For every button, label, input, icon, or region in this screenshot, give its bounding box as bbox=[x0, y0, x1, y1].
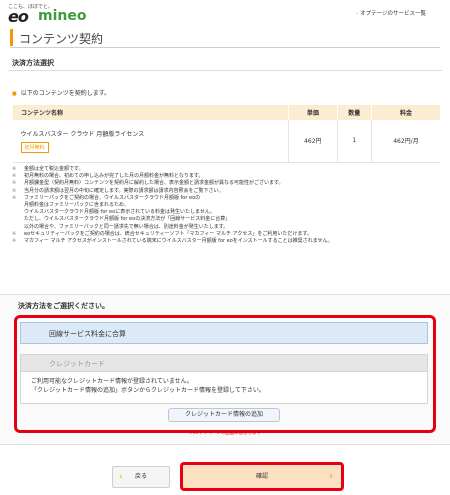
page-title: コンテンツ契約 bbox=[19, 32, 104, 46]
confirm-button[interactable]: 確認 › bbox=[183, 465, 341, 488]
contents-table: コンテンツ名称 単価 数量 料金 ウイルスバスター クラウド 月額版ライセンス … bbox=[12, 105, 440, 163]
site-header: ここも、ほぼでと。 eo mineo › オプテージのサービス一覧 bbox=[0, 0, 450, 28]
col-header-qty: 数量 bbox=[336, 105, 372, 120]
notes-list: ※ 金額は全て税込金額です。 ※ 初月無料の場合、初めての申し込みが完了した月の月額… bbox=[12, 166, 442, 245]
chevron-right-icon: › bbox=[355, 11, 359, 17]
price-cell: 462円 bbox=[288, 120, 338, 163]
table-row: ウイルスバスター クラウド 月額版ライセンス 初月無料 462円 1 462円/… bbox=[12, 120, 440, 163]
eo-mineo-logo[interactable]: ここも、ほぼでと。 eo mineo bbox=[8, 3, 98, 27]
note-mark-icon: ※ bbox=[12, 230, 17, 237]
back-button[interactable]: ‹ 戻る bbox=[112, 466, 170, 488]
note-item: ※ 月額課金型（契約月無料）コンテンツを契約月に解約した場合、表示金額と請求金額が… bbox=[12, 180, 442, 187]
chevron-right-icon: › bbox=[329, 471, 333, 482]
confirm-label: 確認 bbox=[255, 473, 268, 480]
page-title-bar: コンテンツ契約 bbox=[10, 28, 440, 48]
first-month-free-badge: 初月無料 bbox=[20, 141, 49, 153]
chevron-left-icon: ‹ bbox=[119, 472, 123, 482]
note-mark-icon: ※ bbox=[12, 238, 17, 245]
footer-divider bbox=[0, 444, 450, 445]
mineo-logo: mineo bbox=[38, 8, 87, 24]
square-bullet-icon: ■ bbox=[12, 91, 17, 97]
note-text: 月額課金型（契約月無料）コンテンツを契約月に解約した場合、表示金額と請求金額が異… bbox=[24, 180, 284, 187]
qty-cell: 1 bbox=[336, 120, 372, 163]
content-name: ウイルスバスター クラウド 月額版ライセンス bbox=[20, 130, 145, 138]
col-header-price: 単価 bbox=[288, 105, 338, 120]
section-title: 決済方法選択 bbox=[12, 59, 54, 67]
col-header-name: コンテンツ名称 bbox=[12, 105, 289, 120]
content-name-cell: ウイルスバスター クラウド 月額版ライセンス 初月無料 bbox=[12, 120, 289, 163]
note-item: ※ eoセキュリティーパックをご契約の場合は、統合セキュリティーソフト「マカフィー… bbox=[12, 231, 442, 238]
section-divider bbox=[8, 70, 442, 71]
fee-cell: 462円/月 bbox=[370, 120, 440, 163]
note-text: eoセキュリティーパックをご契約の場合は、統合セキュリティーソフト「マカフィー … bbox=[24, 230, 312, 237]
note-item: ※ マカフィー マルチ アクセスがインストールされている端末にウイルスバスター月額… bbox=[12, 238, 442, 245]
note-text: 初月無料の場合、初めての申し込みが完了した月の月額料金が無料となります。 bbox=[24, 173, 204, 180]
service-list-label: オプテージのサービス一覧 bbox=[360, 11, 426, 17]
note-mark-icon: ※ bbox=[12, 166, 17, 172]
payment-option-line-service[interactable]: 回線サービス料金に合算 bbox=[20, 322, 428, 344]
table-header-row: コンテンツ名称 単価 数量 料金 bbox=[12, 105, 440, 120]
title-accent-bar bbox=[10, 29, 13, 46]
intro-label: 以下のコンテンツを契約します。 bbox=[20, 90, 111, 97]
eo-logo: eo bbox=[8, 7, 29, 26]
intro-text: ■ 以下のコンテンツを契約します。 bbox=[12, 88, 110, 97]
confirm-button-highlight: 確認 › bbox=[180, 462, 344, 491]
note-mark-icon: ※ bbox=[12, 180, 17, 187]
credit-card-message: ご利用可能なクレジットカード情報が登録されていません。 「クレジットカード情報の… bbox=[20, 372, 428, 404]
add-credit-card-button[interactable]: クレジットカード情報の追加 bbox=[168, 408, 280, 422]
payment-heading: 決済方法をご選択ください。 bbox=[18, 302, 109, 310]
note-item: ※ ファミリーパックをご契約の場合、ウイルスバスタークラウド月額版 for eoの… bbox=[12, 195, 442, 231]
mypage-transition-note: ※eoマイページの画面に遷移します bbox=[188, 431, 262, 436]
note-text: 金額は全て税込金額です。 bbox=[24, 166, 84, 172]
note-text: 当月分の請求額は翌月の中旬に確定します。実際の請求額は請求内容照会をご覧下さい。 bbox=[24, 187, 224, 194]
note-mark-icon: ※ bbox=[12, 194, 17, 201]
credit-card-message-line2: 「クレジットカード情報の追加」ボタンからクレジットカード情報を登録して下さい。 bbox=[31, 387, 265, 394]
note-text: ファミリーパックをご契約の場合、ウイルスバスタークラウド月額版 for eoの … bbox=[24, 194, 231, 230]
note-item: ※ 当月分の請求額は翌月の中旬に確定します。実際の請求額は請求内容照会をご覧下さい… bbox=[12, 188, 442, 195]
note-text: マカフィー マルチ アクセスがインストールされている端末にウイルスバスター月額版… bbox=[24, 238, 333, 245]
note-mark-icon: ※ bbox=[12, 173, 17, 180]
credit-card-message-line1: ご利用可能なクレジットカード情報が登録されていません。 bbox=[31, 378, 193, 385]
service-list-link[interactable]: › オプテージのサービス一覧 bbox=[356, 9, 426, 17]
note-mark-icon: ※ bbox=[12, 187, 17, 194]
payment-option-credit-card: クレジットカード bbox=[20, 354, 428, 372]
back-label: 戻る bbox=[134, 473, 147, 480]
col-header-fee: 料金 bbox=[370, 105, 440, 120]
